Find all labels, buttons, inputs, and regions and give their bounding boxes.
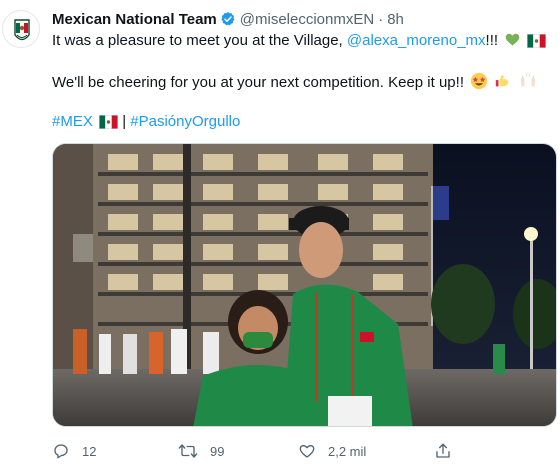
reply-button[interactable]: 12 [52,442,96,460]
like-button[interactable]: 2,2 mil [298,442,366,460]
tweet-text-cheer: We'll be cheering for you at your next c… [52,74,464,91]
mexico-flag-icon [527,34,547,54]
hashtag-mex[interactable]: #MEX [52,113,93,130]
tweet-text-line2: We'll be cheering for you at your next c… [52,72,552,96]
display-name[interactable]: Mexican National Team [52,11,217,28]
hashtag-divider: | [118,113,131,130]
green-heart-icon [504,31,521,54]
flexed-biceps-icon [494,72,512,96]
handle[interactable]: @miseleccionmxEN [240,11,374,28]
photo-image [53,144,556,426]
share-icon [436,443,450,458]
separator-dot: · [378,10,384,28]
tweet-hashtags: #MEX | #PasiónyOrgullo [52,112,552,135]
mexico-flag-icon [99,115,119,135]
like-count: 2,2 mil [328,443,367,459]
star-struck-icon [470,72,488,96]
avatar[interactable] [2,10,40,48]
share-button[interactable] [434,442,452,460]
reply-icon [54,444,68,459]
heart-icon [299,445,315,458]
tweet-text-line1: It was a pleasure to meet you at the Vil… [52,31,552,54]
retweet-button[interactable]: 99 [178,442,224,460]
tweet-text-exclaim: !!! [485,32,499,49]
tweet-actions: 12 99 2,2 mil [52,440,492,462]
retweet-icon [178,444,198,458]
raising-hands-icon [519,72,537,96]
reply-count: 12 [82,443,97,459]
team-crest-icon [14,19,30,41]
tweet-text: It was a pleasure to meet you at the Vil… [52,32,347,49]
tweet-header: Mexican National Team @miseleccionmxEN ·… [52,9,404,29]
timestamp[interactable]: 8h [387,11,404,28]
tweet-photo[interactable] [52,143,557,427]
tweet[interactable]: Mexican National Team @miseleccionmxEN ·… [0,0,560,468]
hashtag-pasion[interactable]: #PasiónyOrgullo [130,113,240,130]
retweet-count: 99 [210,443,225,459]
verified-badge-icon [220,11,236,27]
mention-link[interactable]: @alexa_moreno_mx [347,32,486,49]
